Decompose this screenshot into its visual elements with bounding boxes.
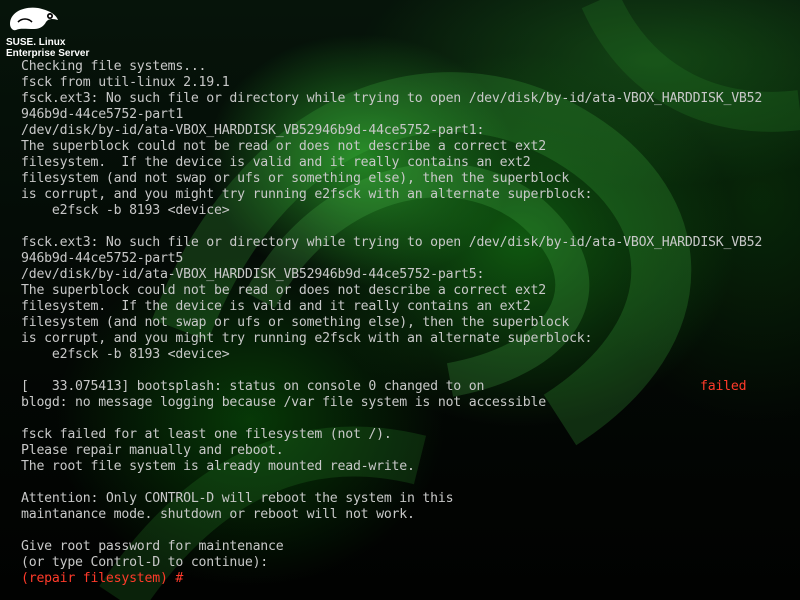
suse-branding: SUSE. Linux Enterprise Server bbox=[6, 4, 106, 59]
console-line: /dev/disk/by-id/ata-VBOX_HARDDISK_VB5294… bbox=[21, 123, 485, 138]
console-line: filesystem. If the device is valid and i… bbox=[21, 299, 531, 314]
suse-chameleon-icon bbox=[10, 7, 58, 31]
console-line: fsck.ext3: No such file or directory whi… bbox=[21, 91, 763, 106]
console-line: is corrupt, and you might try running e2… bbox=[21, 187, 593, 202]
console-line: The root file system is already mounted … bbox=[21, 459, 415, 474]
console-line: fsck.ext3: No such file or directory whi… bbox=[21, 235, 763, 250]
console-line: fsck from util-linux 2.19.1 bbox=[21, 75, 230, 90]
repair-shell-prompt[interactable]: (repair filesystem) # bbox=[21, 571, 791, 587]
console-line: 946b9d-44ce5752-part1 bbox=[21, 107, 184, 122]
console-line: The superblock could not be read or does… bbox=[21, 283, 546, 298]
status-failed: failed bbox=[700, 379, 747, 394]
console-line: maintanance mode. shutdown or reboot wil… bbox=[21, 507, 415, 522]
bootsplash-message: [ 33.075413] bootsplash: status on conso… bbox=[21, 379, 485, 394]
console-line: Attention: Only CONTROL-D will reboot th… bbox=[21, 491, 454, 506]
console-screen: SUSE. Linux Enterprise Server Checking f… bbox=[0, 0, 800, 600]
console-line: blogd: no message logging because /var f… bbox=[21, 395, 546, 410]
console-line: filesystem (and not swap or ufs or somet… bbox=[21, 315, 570, 330]
console-line: e2fsck -b 8193 <device> bbox=[21, 203, 230, 218]
console-output: Checking file systems... fsck from util-… bbox=[21, 59, 791, 587]
console-line: Checking file systems... bbox=[21, 59, 207, 74]
console-line-bootsplash: [ 33.075413] bootsplash: status on conso… bbox=[21, 379, 791, 395]
console-line: 946b9d-44ce5752-part5 bbox=[21, 251, 184, 266]
console-line: The superblock could not be read or does… bbox=[21, 139, 546, 154]
console-line: Give root password for maintenance bbox=[21, 539, 284, 554]
console-line: e2fsck -b 8193 <device> bbox=[21, 347, 230, 362]
console-line: Please repair manually and reboot. bbox=[21, 443, 284, 458]
console-line: filesystem. If the device is valid and i… bbox=[21, 155, 531, 170]
console-line: (or type Control-D to continue): bbox=[21, 555, 269, 570]
brand-edition: Enterprise Server bbox=[6, 48, 90, 59]
console-line: is corrupt, and you might try running e2… bbox=[21, 331, 593, 346]
console-line: fsck failed for at least one filesystem … bbox=[21, 427, 392, 442]
brand-name: SUSE. Linux bbox=[6, 37, 66, 48]
console-line: filesystem (and not swap or ufs or somet… bbox=[21, 171, 570, 186]
console-line: /dev/disk/by-id/ata-VBOX_HARDDISK_VB5294… bbox=[21, 267, 485, 282]
